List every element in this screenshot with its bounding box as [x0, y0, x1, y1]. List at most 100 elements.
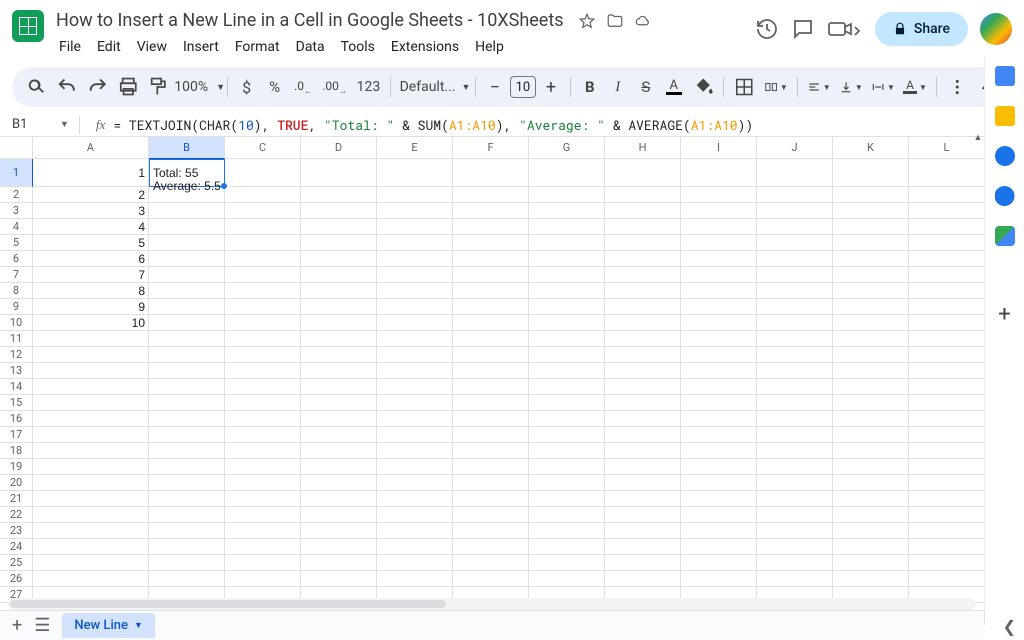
- wrap-icon[interactable]: ▼: [868, 73, 898, 101]
- cell[interactable]: [453, 411, 529, 427]
- cell[interactable]: [453, 315, 529, 331]
- row-header[interactable]: 25: [0, 555, 33, 571]
- row-header[interactable]: 19: [0, 459, 33, 475]
- row-header[interactable]: 23: [0, 523, 33, 539]
- cell[interactable]: [757, 267, 833, 283]
- cell[interactable]: [681, 507, 757, 523]
- row-header[interactable]: 14: [0, 379, 33, 395]
- cell[interactable]: [377, 459, 453, 475]
- cell[interactable]: [757, 507, 833, 523]
- cell[interactable]: [605, 443, 681, 459]
- cell[interactable]: [149, 475, 225, 491]
- cell[interactable]: 6: [33, 251, 149, 267]
- column-header[interactable]: A: [33, 137, 149, 159]
- cell[interactable]: [757, 539, 833, 555]
- meet-icon[interactable]: [827, 17, 863, 41]
- cell[interactable]: [681, 203, 757, 219]
- cell[interactable]: [453, 459, 529, 475]
- cell[interactable]: [453, 395, 529, 411]
- column-header[interactable]: K: [833, 137, 909, 159]
- row-header[interactable]: 16: [0, 411, 33, 427]
- cell[interactable]: [529, 459, 605, 475]
- cell[interactable]: [529, 363, 605, 379]
- cell[interactable]: [301, 507, 377, 523]
- cell[interactable]: [453, 331, 529, 347]
- row-header[interactable]: 20: [0, 475, 33, 491]
- cell[interactable]: [33, 379, 149, 395]
- cell[interactable]: [529, 475, 605, 491]
- fx-icon[interactable]: fx: [88, 117, 113, 133]
- cell[interactable]: [33, 347, 149, 363]
- column-header[interactable]: C: [225, 137, 301, 159]
- italic-icon[interactable]: I: [605, 73, 631, 101]
- cell[interactable]: [757, 379, 833, 395]
- cell[interactable]: [377, 491, 453, 507]
- cell[interactable]: [529, 187, 605, 203]
- cell[interactable]: [377, 379, 453, 395]
- cell[interactable]: [453, 159, 529, 187]
- row-header[interactable]: 17: [0, 427, 33, 443]
- cell[interactable]: [377, 315, 453, 331]
- font-size-input[interactable]: 10: [510, 76, 536, 98]
- cell[interactable]: [225, 235, 301, 251]
- cell[interactable]: [149, 203, 225, 219]
- cell[interactable]: [225, 283, 301, 299]
- cell[interactable]: [681, 571, 757, 587]
- cell[interactable]: [833, 555, 909, 571]
- cell[interactable]: [453, 203, 529, 219]
- cell[interactable]: [529, 203, 605, 219]
- cell[interactable]: [605, 331, 681, 347]
- cell[interactable]: [33, 395, 149, 411]
- sheets-logo[interactable]: [12, 10, 44, 42]
- cell[interactable]: [301, 299, 377, 315]
- row-header[interactable]: 8: [0, 283, 33, 299]
- cell[interactable]: [757, 459, 833, 475]
- row-header[interactable]: 10: [0, 315, 33, 331]
- cell[interactable]: [377, 331, 453, 347]
- cell[interactable]: [301, 459, 377, 475]
- cell[interactable]: [529, 539, 605, 555]
- cell[interactable]: [605, 251, 681, 267]
- cell[interactable]: [757, 491, 833, 507]
- cell[interactable]: [605, 475, 681, 491]
- cell[interactable]: [149, 539, 225, 555]
- cell[interactable]: [301, 267, 377, 283]
- print-icon[interactable]: [114, 73, 143, 101]
- paint-format-icon[interactable]: [144, 73, 173, 101]
- cell[interactable]: [453, 507, 529, 523]
- cell[interactable]: [529, 507, 605, 523]
- name-box[interactable]: B1: [8, 117, 56, 132]
- row-header[interactable]: 18: [0, 443, 33, 459]
- cell[interactable]: [681, 187, 757, 203]
- cell[interactable]: [149, 491, 225, 507]
- cell[interactable]: [681, 491, 757, 507]
- cell[interactable]: [529, 411, 605, 427]
- cell[interactable]: [301, 363, 377, 379]
- cell[interactable]: [833, 315, 909, 331]
- merge-cells-icon[interactable]: ▼: [761, 73, 791, 101]
- cell[interactable]: [301, 555, 377, 571]
- cell[interactable]: [453, 251, 529, 267]
- cell[interactable]: [605, 363, 681, 379]
- cell[interactable]: [301, 235, 377, 251]
- cell[interactable]: [833, 539, 909, 555]
- history-icon[interactable]: [755, 17, 779, 41]
- horizontal-scrollbar[interactable]: [8, 598, 976, 610]
- cell[interactable]: [529, 379, 605, 395]
- cell[interactable]: [225, 219, 301, 235]
- cell[interactable]: [757, 219, 833, 235]
- cell[interactable]: [225, 443, 301, 459]
- cell[interactable]: [529, 159, 605, 187]
- cell[interactable]: [377, 507, 453, 523]
- cell[interactable]: [529, 427, 605, 443]
- cell[interactable]: [605, 235, 681, 251]
- cell[interactable]: [833, 219, 909, 235]
- cell[interactable]: [529, 331, 605, 347]
- cell[interactable]: 9: [33, 299, 149, 315]
- cell[interactable]: [149, 347, 225, 363]
- row-header[interactable]: 26: [0, 571, 33, 587]
- cell[interactable]: [681, 299, 757, 315]
- cell[interactable]: [149, 267, 225, 283]
- row-header[interactable]: 6: [0, 251, 33, 267]
- cell[interactable]: [225, 507, 301, 523]
